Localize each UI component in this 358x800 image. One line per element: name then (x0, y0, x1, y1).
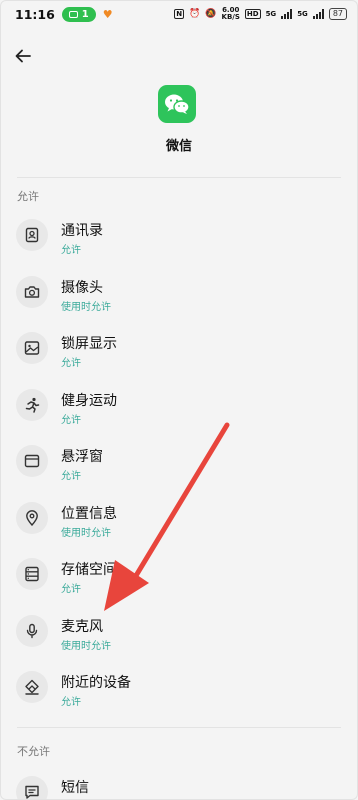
camera-icon (16, 275, 48, 308)
heart-icon: ♥ (102, 7, 113, 21)
location-icon (16, 501, 48, 534)
permission-list: 通讯录 允许 摄像头 使用时允许 锁屏显示 允许 健身运动 允许 悬浮窗 允许 位置信息 使用时允许存… (1, 208, 357, 717)
microphone-icon (16, 614, 48, 647)
permission-status: 使用时允许 (61, 527, 111, 539)
nearby-devices-icon (16, 671, 48, 703)
permission-title: 存储空间 (61, 562, 117, 578)
permission-item-microphone[interactable]: 麦克风 使用时允许 (1, 604, 357, 661)
permission-status: 允许 (61, 358, 81, 369)
permission-status: 允许 (61, 471, 81, 482)
permission-title: 位置信息 (61, 505, 117, 522)
mute-icon: 🔕 (205, 9, 217, 19)
pill-count: 1 (81, 8, 89, 20)
signal-2-icon (312, 9, 324, 19)
permission-title: 附近的设备 (61, 675, 131, 691)
permission-title: 麦克风 (61, 618, 103, 635)
permission-item-camera[interactable]: 摄像头 使用时允许 (1, 265, 357, 322)
nfc-icon: N (174, 9, 185, 19)
permission-title: 健身运动 (61, 392, 117, 409)
wechat-icon (158, 85, 196, 123)
permission-item-image[interactable]: 锁屏显示 允许 (1, 321, 357, 378)
permission-status: 允许 (61, 584, 81, 595)
permission-item-window[interactable]: 悬浮窗 允许 (1, 434, 357, 491)
running-icon (16, 388, 48, 421)
sms-icon (16, 776, 48, 799)
signal-icon (281, 9, 293, 19)
section-divider-2 (17, 727, 341, 728)
storage-icon (16, 558, 48, 590)
app-name: 微信 (165, 139, 192, 154)
window-icon (16, 445, 48, 477)
call-pill[interactable]: 1 (61, 6, 96, 22)
permission-item-nearby-devices[interactable]: 附近的设备 允许 (1, 660, 357, 717)
net-speed: 6.00 KB/S (221, 6, 240, 21)
permission-status: 使用时允许 (61, 301, 111, 313)
image-icon (16, 332, 48, 364)
permission-title: 锁屏显示 (61, 336, 117, 352)
permission-status: 允许 (61, 697, 81, 708)
permission-status: 使用时允许 (61, 640, 111, 652)
battery-icon: 87 (328, 8, 347, 20)
permission-item-storage[interactable]: 存储空间 允许 (1, 547, 357, 604)
permission-item-running[interactable]: 健身运动 允许 (1, 378, 357, 435)
permission-item-sms[interactable]: 短信 (1, 765, 357, 799)
allowed-section-label: 允许 (17, 190, 39, 203)
not-allowed-section-label: 不允许 (17, 745, 50, 758)
permission-title: 摄像头 (61, 279, 103, 296)
app-permissions-screen: 11:16 1 ♥ N ⏰ 🔕 6.00 KB/S HD 5G 5G 87 微信… (0, 0, 358, 800)
permission-title: 短信 (61, 780, 89, 796)
permission-title: 通讯录 (61, 223, 103, 239)
permission-item-contacts[interactable]: 通讯录 允许 (1, 208, 357, 265)
permission-status: 允许 (61, 414, 81, 426)
permission-item-location[interactable]: 位置信息 使用时允许 (1, 491, 357, 548)
net-type-2: 5G (297, 9, 308, 18)
permission-status: 允许 (61, 245, 81, 256)
back-arrow-icon[interactable] (13, 45, 35, 67)
section-divider (17, 177, 341, 178)
phone-icon (68, 10, 78, 18)
alarm-icon: ⏰ (189, 9, 201, 19)
contacts-icon (16, 219, 48, 251)
hd-icon: HD (244, 9, 261, 19)
net-type-1: 5G (265, 9, 277, 18)
permission-title: 悬浮窗 (61, 449, 103, 465)
status-bar: 11:16 1 ♥ N ⏰ 🔕 6.00 KB/S HD 5G 5G 87 (1, 1, 357, 27)
status-right: N ⏰ 🔕 6.00 KB/S HD 5G 5G 87 (174, 7, 347, 21)
status-time: 11:16 (15, 6, 55, 22)
